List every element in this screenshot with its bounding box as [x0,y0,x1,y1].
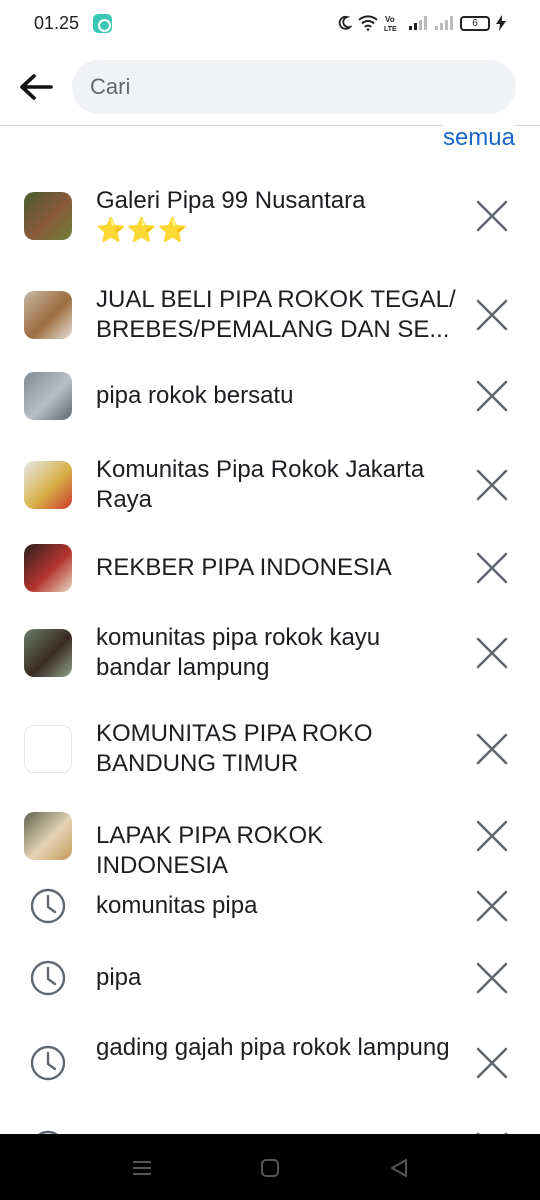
item-title-text: Komunitas Pipa Rokok Jakarta Raya [96,456,425,513]
item-title: LAPAK PIPA ROKOK INDONESIA [96,821,458,881]
close-icon [476,637,508,669]
group-thumbnail [24,725,72,773]
history-item[interactable]: komunitas pipa [0,876,540,936]
item-title-text: Galeri Pipa 99 Nusantara [96,187,366,214]
group-thumbnail [24,544,72,592]
recent-group-item[interactable]: JUAL BELI PIPA ROKOK TEGAL/ BREBES/PEMAL… [0,278,540,352]
close-icon [476,380,508,412]
recent-group-item[interactable]: Komunitas Pipa Rokok Jakarta Raya [0,448,540,522]
remove-button[interactable] [473,1044,511,1082]
item-title: REKBER PIPA INDONESIA [96,553,458,583]
item-title: JUAL BELI PIPA ROKOK TEGAL/ BREBES/PEMAL… [96,285,458,345]
clock-icon [30,1045,66,1081]
back-button[interactable] [14,67,58,107]
remove-button[interactable] [473,296,511,334]
group-thumbnail [24,372,72,420]
item-title: komunitas pipa [96,891,458,921]
item-title-text: gading gajah pipa rokok lampung [96,1034,450,1061]
recent-group-item[interactable]: KOMUNITAS PIPA ROKO BANDUNG TIMUR [0,712,540,786]
recent-group-item[interactable]: LAPAK PIPA ROKOK INDONESIA [0,806,540,879]
remove-button[interactable] [473,959,511,997]
back-arrow-icon [20,74,53,100]
home-icon[interactable] [258,1156,282,1180]
recent-group-item[interactable]: komunitas pipa rokok kayu bandar lampung [0,616,540,690]
item-title-text: komunitas pipa [96,892,258,919]
remove-button[interactable] [473,817,511,855]
item-title: pipa [96,963,458,993]
item-title-text: pipa [96,964,142,991]
group-thumbnail [24,291,72,339]
item-title-text: komunitas pipa rokok kayu bandar lampung [96,624,381,681]
item-title: pipa rokok bersatu [96,381,458,411]
remove-button[interactable] [473,197,511,235]
item-title-text: REKBER PIPA INDONESIA [96,554,392,581]
see-all-link[interactable]: semua [442,124,515,152]
group-thumbnail [24,629,72,677]
item-title: Komunitas Pipa Rokok Jakarta Raya [96,455,458,515]
item-title: KOMUNITAS PIPA ROKO BANDUNG TIMUR [96,719,458,779]
recent-group-item[interactable]: pipa rokok bersatu [0,366,540,426]
stars-rating: ⭐⭐⭐ [96,217,189,244]
item-title: gading gajah pipa rokok lampung [96,1033,458,1063]
close-icon [476,890,508,922]
item-title-text: pipa rokok bersatu [96,382,294,409]
clock-icon [30,888,66,924]
item-title: komunitas pipa rokok kayu bandar lampung [96,623,458,683]
recent-group-item[interactable]: Galeri Pipa 99 Nusantara ⭐⭐⭐ [0,180,540,252]
group-thumbnail [24,461,72,509]
close-icon [476,733,508,765]
close-icon [476,1047,508,1079]
recent-group-item[interactable]: REKBER PIPA INDONESIA [0,538,540,598]
search-input[interactable] [90,60,490,114]
history-item[interactable]: pipa [0,948,540,1008]
clock-icon [30,960,66,996]
item-title-text: LAPAK PIPA ROKOK INDONESIA [96,822,324,879]
remove-button[interactable] [473,887,511,925]
item-title-text: KOMUNITAS PIPA ROKO BANDUNG TIMUR [96,720,373,777]
history-item[interactable]: gading gajah pipa rokok lampung [0,1026,540,1100]
system-navigation-bar [0,1134,540,1200]
close-icon [476,469,508,501]
close-icon [476,962,508,994]
recents-menu-icon[interactable] [130,1156,154,1180]
item-title: Galeri Pipa 99 Nusantara ⭐⭐⭐ [96,186,458,246]
group-thumbnail [24,192,72,240]
history-item[interactable]: KOMUNITAS PIPA ROKO [0,1118,540,1134]
close-icon [476,552,508,584]
remove-button[interactable] [473,377,511,415]
group-thumbnail [24,812,72,860]
remove-button[interactable] [473,730,511,768]
close-icon [476,820,508,852]
remove-button[interactable] [473,634,511,672]
back-nav-icon[interactable] [387,1156,411,1180]
search-box [72,60,516,114]
item-title-text: JUAL BELI PIPA ROKOK TEGAL/ BREBES/PEMAL… [96,286,456,343]
close-icon [476,299,508,331]
remove-button[interactable] [473,549,511,587]
remove-button[interactable] [473,466,511,504]
close-icon [476,200,508,232]
search-header [0,48,540,126]
search-history-list: Galeri Pipa 99 Nusantara ⭐⭐⭐ JUAL BELI PIP… [0,0,540,1134]
